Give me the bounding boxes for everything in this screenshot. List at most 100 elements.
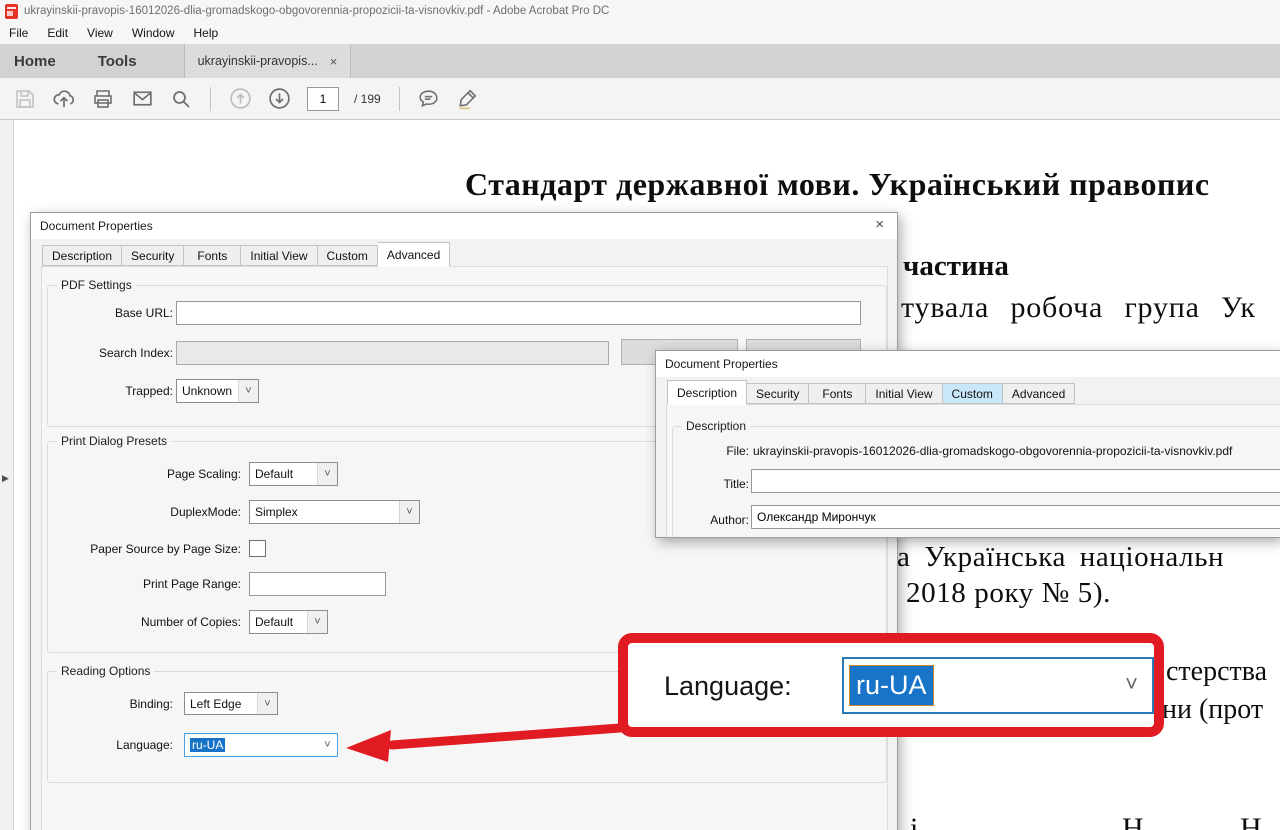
highlighter-icon [455,86,480,111]
pdf-line-chastyna: частина [903,250,1009,283]
print-button[interactable] [88,84,118,114]
page-scaling-select[interactable]: Default ˅ [249,462,338,486]
tab-advanced[interactable]: Advanced [378,242,450,267]
search-index-input [176,341,609,365]
cloud-upload-icon [51,86,77,112]
window-titlebar: ukrayinskii-pravopis-16012026-dlia-groma… [0,0,1280,22]
print-range-input[interactable] [249,572,386,596]
next-page-button[interactable] [264,84,294,114]
author-label: Author: [686,513,749,527]
binding-value: Left Edge [185,697,257,711]
file-label: File: [686,444,749,458]
chevron-down-icon: ˅ [238,380,258,402]
menu-item-edit[interactable]: Edit [47,26,68,40]
pdf-right-sterstva: стерства [1166,656,1267,688]
pdf-line-roku: 2018 року № 5). [906,577,1111,610]
base-url-label: Base URL: [57,306,173,320]
dialog-tabs: Description Security Fonts Initial View … [42,242,450,266]
save-icon [13,87,37,111]
page-scaling-label: Page Scaling: [57,467,241,481]
pdf-bottom-fragment: Н [1122,812,1144,830]
print-range-label: Print Page Range: [57,577,241,591]
tab-security[interactable]: Security [122,245,184,266]
tab-tools[interactable]: Tools [77,44,158,78]
chevron-down-icon: ˅ [317,463,337,485]
tab-description[interactable]: Description [42,245,122,266]
menu-item-window[interactable]: Window [132,26,175,40]
dialog-tabs: Description Security Fonts Initial View … [667,380,1075,404]
title-label: Title: [686,477,749,491]
tab-custom[interactable]: Custom [943,383,1003,404]
menu-item-file[interactable]: File [9,26,28,40]
language-value-selected: ru-UA [190,738,225,752]
binding-label: Binding: [57,697,173,711]
copies-value: Default [250,615,307,629]
chevron-down-icon: ˅ [257,693,277,714]
previous-page-button[interactable] [225,84,255,114]
pdf-bottom-fragment: і [910,812,918,830]
page-total-label: / 199 [354,92,381,106]
copies-label: Number of Copies: [57,615,241,629]
language-label-zoomed: Language: [664,671,792,702]
dialog-titlebar[interactable]: Document Properties [31,213,897,239]
tab-fonts[interactable]: Fonts [809,383,866,404]
file-value: ukrayinskii-pravopis-16012026-dlia-groma… [753,444,1232,458]
doc-tab-close-icon[interactable]: × [330,54,338,69]
pdf-heading: Стандарт державної мови. Український пра… [465,166,1210,203]
tab-fonts[interactable]: Fonts [184,245,241,266]
binding-select[interactable]: Left Edge ˅ [184,692,278,715]
page-up-icon [228,86,253,111]
close-icon[interactable]: × [875,217,884,233]
dialog-titlebar[interactable]: Document Properties [656,351,1280,377]
window-title: ukrayinskii-pravopis-16012026-dlia-groma… [24,5,609,17]
group-title: Description [682,419,750,433]
document-properties-dialog-description: Document Properties Description Security… [655,350,1280,538]
language-select[interactable]: ru-UA ˅ [184,733,338,757]
nav-pane-toggle[interactable]: ▶ [0,120,14,830]
page-number-input[interactable] [307,87,339,111]
base-url-input[interactable] [176,301,861,325]
comment-button[interactable] [414,84,444,114]
tab-document[interactable]: ukrayinskii-pravopis... × [184,44,352,78]
group-title: PDF Settings [57,278,136,292]
title-input[interactable] [751,469,1280,493]
app-tab-strip: Home Tools ukrayinskii-pravopis... × [0,44,1280,78]
chevron-down-icon: ˅ [307,611,327,633]
page-scaling-value: Default [250,467,317,481]
trapped-select[interactable]: Unknown ˅ [176,379,259,403]
tab-description[interactable]: Description [667,380,747,405]
trapped-label: Trapped: [57,384,173,398]
tab-initial-view[interactable]: Initial View [866,383,942,404]
copies-select[interactable]: Default ˅ [249,610,328,634]
tab-advanced[interactable]: Advanced [1003,383,1075,404]
tab-security[interactable]: Security [747,383,809,404]
tab-initial-view[interactable]: Initial View [241,245,317,266]
language-highlight-box: Language: ru-UA ˅ [618,633,1164,737]
search-icon [169,87,193,111]
pdf-line-natsionalna: а Українська національн [897,541,1224,574]
doc-tab-label: ukrayinskii-pravopis... [198,54,318,68]
chevron-down-icon: ˅ [1125,671,1138,697]
author-input[interactable] [751,505,1280,529]
group-title: Print Dialog Presets [57,434,171,448]
duplex-mode-select[interactable]: Simplex ˅ [249,500,420,524]
tab-home[interactable]: Home [0,44,77,78]
menu-item-view[interactable]: View [87,26,113,40]
save-button[interactable] [10,84,40,114]
tab-custom[interactable]: Custom [318,245,378,266]
menu-item-help[interactable]: Help [194,26,219,40]
highlight-button[interactable] [453,84,483,114]
email-button[interactable] [127,84,157,114]
menu-bar: File Edit View Window Help [0,22,1280,44]
comment-icon [416,86,441,111]
toolbar-separator [399,87,400,111]
paper-source-checkbox[interactable] [249,540,266,557]
share-button[interactable] [49,84,79,114]
group-title: Reading Options [57,664,154,678]
chevron-down-icon: ˅ [399,501,419,523]
search-button[interactable] [166,84,196,114]
pdf-line-robocha: тувала робоча група Ук [901,291,1256,325]
duplex-mode-label: DuplexMode: [57,505,241,519]
search-index-label: Search Index: [57,346,173,360]
language-select-zoomed[interactable]: ru-UA ˅ [842,657,1154,714]
